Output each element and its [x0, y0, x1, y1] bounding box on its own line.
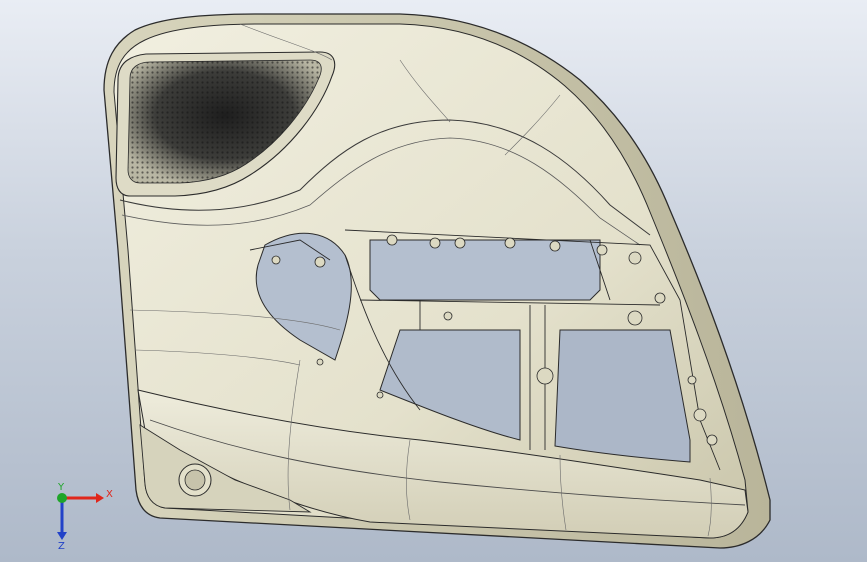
orientation-triad: X Y Z [57, 482, 113, 550]
cutout-upper [369, 239, 601, 301]
x-axis-label: X [106, 489, 113, 500]
lower-pocket-ring-inner [184, 469, 206, 491]
y-axis-label: Y [57, 482, 65, 493]
cutout-right [554, 329, 691, 463]
z-axis-arrow-icon [57, 532, 67, 540]
x-axis-arrow-icon [96, 493, 104, 503]
z-axis-label: Z [58, 541, 65, 550]
door-trim-panel-model[interactable] [0, 0, 867, 562]
graphics-viewport[interactable]: X Y Z [0, 0, 867, 562]
y-axis-dot-icon [57, 493, 67, 503]
